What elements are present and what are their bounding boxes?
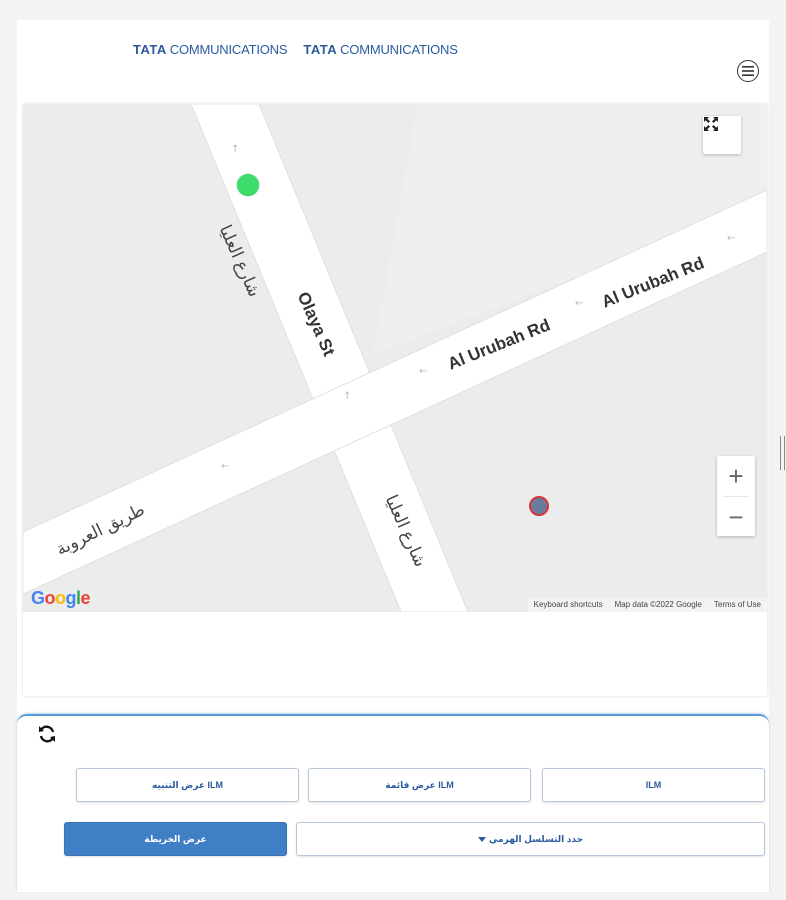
hamburger-menu-button[interactable] bbox=[737, 60, 759, 82]
ilm-alarm-button[interactable]: عرض التنبيه ILM bbox=[76, 768, 299, 802]
zoom-control: + − bbox=[717, 456, 755, 536]
app-page: TATA COMMUNICATIONS TATA COMMUNICATIONS ↑ bbox=[17, 20, 769, 892]
svg-text:←: ← bbox=[419, 366, 427, 377]
google-logo: Google bbox=[31, 588, 91, 608]
ilm-button[interactable]: ILM bbox=[542, 768, 765, 802]
svg-text:←: ← bbox=[221, 461, 229, 472]
google-map[interactable]: ↑ ↑ ← ← ← ← شارع العليا Olaya St شارع ال… bbox=[23, 104, 767, 612]
menu-icon bbox=[742, 66, 754, 76]
tata-logo-2: TATA COMMUNICATIONS bbox=[303, 42, 458, 57]
svg-text:↑: ↑ bbox=[343, 391, 351, 402]
terms-link[interactable]: Terms of Use bbox=[708, 598, 767, 612]
header-logos: TATA COMMUNICATIONS TATA COMMUNICATIONS bbox=[133, 42, 458, 57]
fullscreen-button[interactable] bbox=[703, 116, 741, 154]
marker-red[interactable] bbox=[529, 496, 549, 516]
refresh-button[interactable] bbox=[37, 724, 57, 744]
map-card: ↑ ↑ ← ← ← ← شارع العليا Olaya St شارع ال… bbox=[23, 104, 767, 696]
chevron-down-icon bbox=[477, 836, 486, 842]
svg-text:↑: ↑ bbox=[231, 144, 239, 155]
control-panel: ILM عرض قائمة ILM عرض التنبيه ILM حدد ال… bbox=[17, 714, 769, 892]
svg-text:←: ← bbox=[575, 298, 583, 309]
marker-green[interactable] bbox=[237, 174, 259, 196]
fullscreen-icon bbox=[704, 117, 718, 131]
zoom-out-button[interactable]: − bbox=[717, 497, 755, 537]
zoom-in-button[interactable]: + bbox=[717, 456, 755, 496]
svg-text:←: ← bbox=[727, 233, 735, 244]
resize-handle[interactable] bbox=[780, 436, 785, 470]
refresh-icon bbox=[39, 725, 55, 743]
hierarchy-select[interactable]: حدد التسلسل الهرمي bbox=[296, 822, 765, 856]
ilm-list-button[interactable]: عرض قائمة ILM bbox=[308, 768, 531, 802]
map-footer: Keyboard shortcuts Map data ©2022 Google… bbox=[527, 598, 767, 612]
tata-logo-1: TATA COMMUNICATIONS bbox=[133, 42, 288, 57]
map-canvas: ↑ ↑ ← ← ← ← bbox=[23, 104, 767, 612]
map-data-link[interactable]: Map data ©2022 Google bbox=[609, 598, 708, 612]
show-map-button[interactable]: عرض الخريطة bbox=[64, 822, 287, 856]
keyboard-shortcuts-link[interactable]: Keyboard shortcuts bbox=[528, 598, 609, 612]
